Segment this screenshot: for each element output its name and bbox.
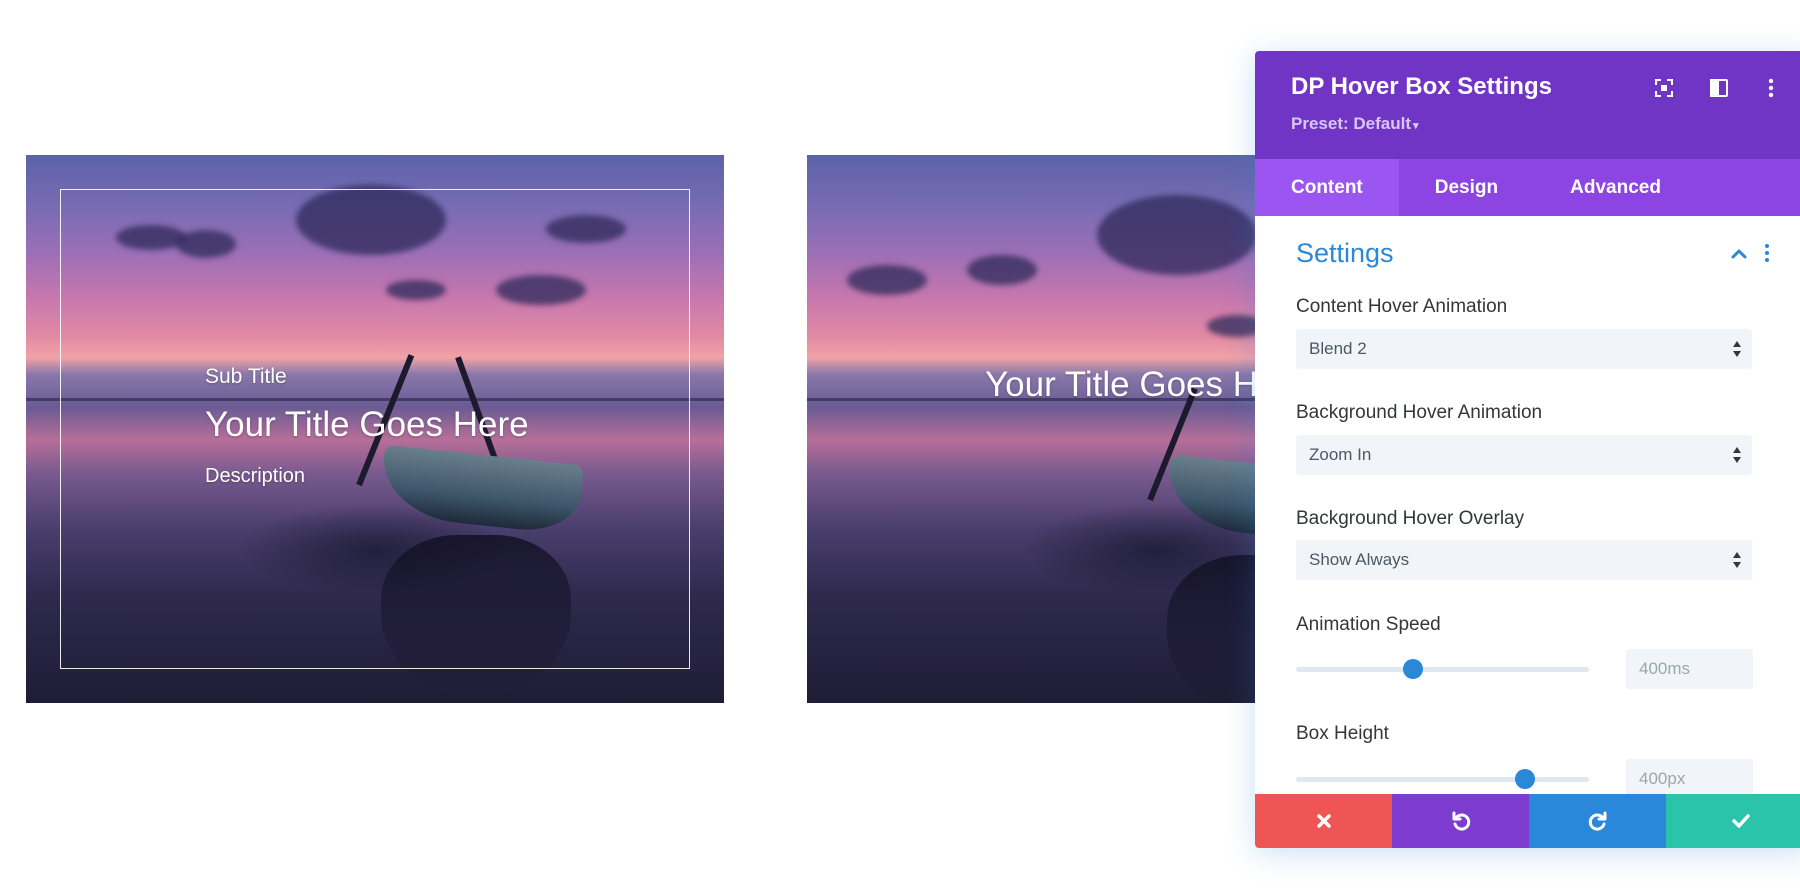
preset-label: Preset: Default [1291, 114, 1411, 133]
save-button[interactable] [1666, 794, 1800, 848]
redo-button[interactable] [1529, 794, 1666, 848]
chevron-up-icon[interactable] [1729, 244, 1749, 264]
caret-down-icon: ▾ [1412, 120, 1419, 132]
select-arrows-icon [1733, 552, 1741, 568]
select-arrows-icon [1733, 447, 1741, 463]
focus-icon[interactable] [1653, 77, 1675, 99]
more-vertical-icon[interactable] [1760, 77, 1774, 99]
hover-box-preview-1[interactable]: Sub Title Your Title Goes Here Descripti… [26, 155, 724, 703]
tab-design[interactable]: Design [1399, 159, 1534, 216]
box-height-label: Box Height [1296, 723, 1389, 744]
modal-footer [1255, 794, 1800, 848]
select-value: Zoom In [1309, 445, 1372, 464]
box-subtitle: Sub Title [205, 365, 287, 388]
tab-content[interactable]: Content [1255, 159, 1399, 216]
modal-title: DP Hover Box Settings [1291, 73, 1552, 100]
background-hover-animation-select[interactable]: Zoom In [1296, 435, 1752, 475]
content-hover-animation-select[interactable]: Blend 2 [1296, 329, 1752, 369]
undo-icon [1452, 811, 1470, 831]
preset-selector[interactable]: Preset: Default ▾ [1291, 114, 1419, 134]
sidebar-layout-icon[interactable] [1708, 77, 1730, 99]
settings-modal: DP Hover Box Settings Preset: Default ▾ C… [1255, 51, 1800, 848]
content-hover-animation-label: Content Hover Animation [1296, 296, 1508, 317]
background-hover-overlay-label: Background Hover Overlay [1296, 508, 1525, 529]
check-icon [1731, 814, 1750, 828]
section-title[interactable]: Settings [1296, 238, 1394, 269]
background-hover-overlay-select[interactable]: Show Always [1296, 540, 1752, 580]
close-icon [1316, 814, 1331, 828]
background-hover-animation-label: Background Hover Animation [1296, 402, 1543, 423]
select-arrows-icon [1733, 341, 1741, 357]
cancel-button[interactable] [1255, 794, 1392, 848]
animation-speed-slider-track[interactable] [1296, 667, 1589, 672]
settings-panel: Settings Content Hover Animation Blend 2… [1255, 216, 1800, 799]
undo-button[interactable] [1392, 794, 1529, 848]
box-height-slider-thumb[interactable] [1514, 769, 1535, 789]
box-height-input[interactable]: 400px [1626, 759, 1753, 799]
animation-speed-label: Animation Speed [1296, 614, 1441, 635]
box-title: Your Title Goes Here [205, 405, 529, 444]
select-value: Blend 2 [1309, 339, 1367, 358]
tab-advanced[interactable]: Advanced [1534, 159, 1697, 216]
modal-header[interactable]: DP Hover Box Settings Preset: Default ▾ [1255, 51, 1800, 159]
select-value: Show Always [1309, 550, 1410, 569]
box-description: Description [205, 465, 306, 487]
animation-speed-input[interactable]: 400ms [1626, 649, 1753, 689]
box-height-slider-track[interactable] [1296, 777, 1589, 782]
more-vertical-icon[interactable] [1763, 242, 1771, 264]
redo-icon [1588, 811, 1606, 831]
tab-bar: Content Design Advanced [1255, 159, 1800, 216]
animation-speed-slider-thumb[interactable] [1403, 659, 1424, 679]
